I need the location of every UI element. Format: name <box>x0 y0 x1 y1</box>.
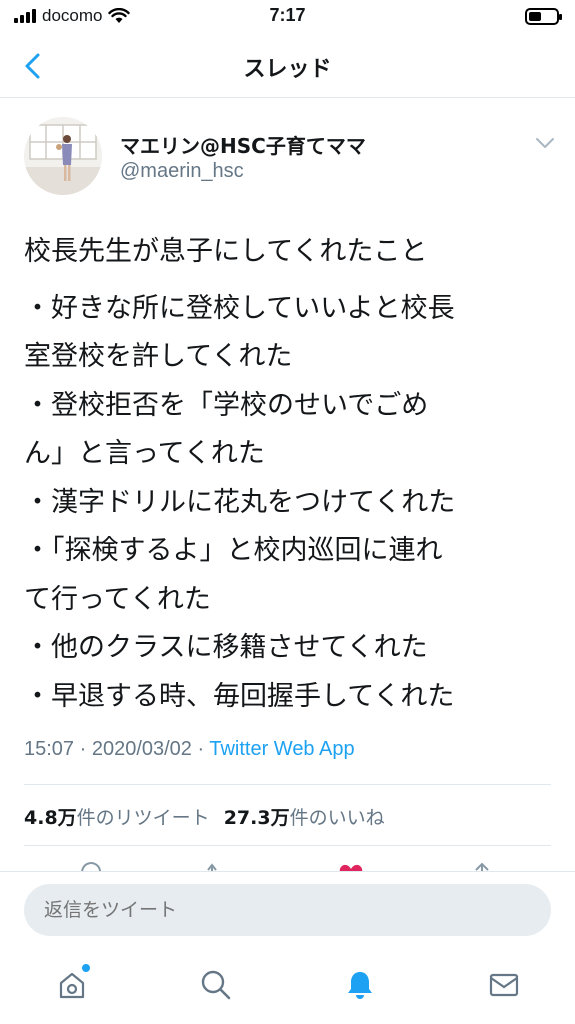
tab-bar <box>0 951 575 1024</box>
tweet-timestamp: 15:07 · 2020/03/02 · Twitter Web App <box>24 738 355 761</box>
battery-icon <box>525 8 562 25</box>
likes-stat[interactable]: 27.3万件のいいね <box>224 803 385 830</box>
tweet-line: ・登校拒否を「学校のせいでごめ <box>24 389 429 421</box>
search-icon <box>201 970 231 1000</box>
timestamp-text: 15:07 · 2020/03/02 · <box>24 738 210 760</box>
tab-home[interactable] <box>52 964 92 1005</box>
tweet-line: ん」と言ってくれた <box>24 438 265 469</box>
tweet-stats: 4.8万件のリツイート 27.3万件のいいね <box>24 803 385 830</box>
user-handle[interactable]: @maerin_hsc <box>120 160 244 183</box>
tweet-line: ・「探検するよ」と校内巡回に連れ <box>24 535 443 566</box>
notification-dot <box>82 964 90 972</box>
home-icon <box>59 972 85 999</box>
reply-bar <box>0 871 575 951</box>
display-name[interactable]: マエリン@HSC子育てママ <box>120 130 366 159</box>
avatar[interactable] <box>24 117 102 195</box>
tweet-line: て行ってくれた <box>24 583 211 615</box>
divider <box>24 845 551 846</box>
tweet-line: 校長先生が息子にしてくれたこと <box>24 236 428 267</box>
retweets-count: 4.8万 <box>24 807 77 829</box>
tweet-line: ・早退する時、毎回握手してくれた <box>24 680 455 712</box>
tweet-line: ・他のクラスに移籍させてくれた <box>24 632 428 663</box>
nav-header: スレッド <box>0 34 575 98</box>
retweets-stat[interactable]: 4.8万件のリツイート <box>24 803 210 830</box>
chevron-down-icon <box>536 138 554 148</box>
tweet-menu-button[interactable] <box>535 134 555 153</box>
status-time: 7:17 <box>269 5 306 25</box>
divider <box>24 784 551 785</box>
source-app-link[interactable]: Twitter Web App <box>209 738 354 760</box>
bell-icon <box>348 972 372 999</box>
tweet-line: ・好きな所に登校していいよと校長 <box>24 292 455 324</box>
page-title: スレッド <box>243 57 332 82</box>
tweet-text: 校長先生が息子にしてくれたこと ・好きな所に登校していいよと校長 室登校を許して… <box>24 228 554 721</box>
status-bar: docomo 7:17 <box>0 0 575 34</box>
retweets-label: 件のリツイート <box>76 807 210 829</box>
tab-messages[interactable] <box>484 965 524 1005</box>
tweet-line: ・漢字ドリルに花丸をつけてくれた <box>24 486 456 518</box>
tab-search[interactable] <box>196 965 236 1005</box>
likes-label: 件のいいね <box>289 807 385 829</box>
tweet-line: 室登校を許してくれた <box>24 341 293 372</box>
likes-count: 27.3万 <box>223 807 290 829</box>
tab-notifications[interactable] <box>340 965 380 1005</box>
mail-icon <box>489 973 519 997</box>
reply-input[interactable] <box>24 884 551 936</box>
